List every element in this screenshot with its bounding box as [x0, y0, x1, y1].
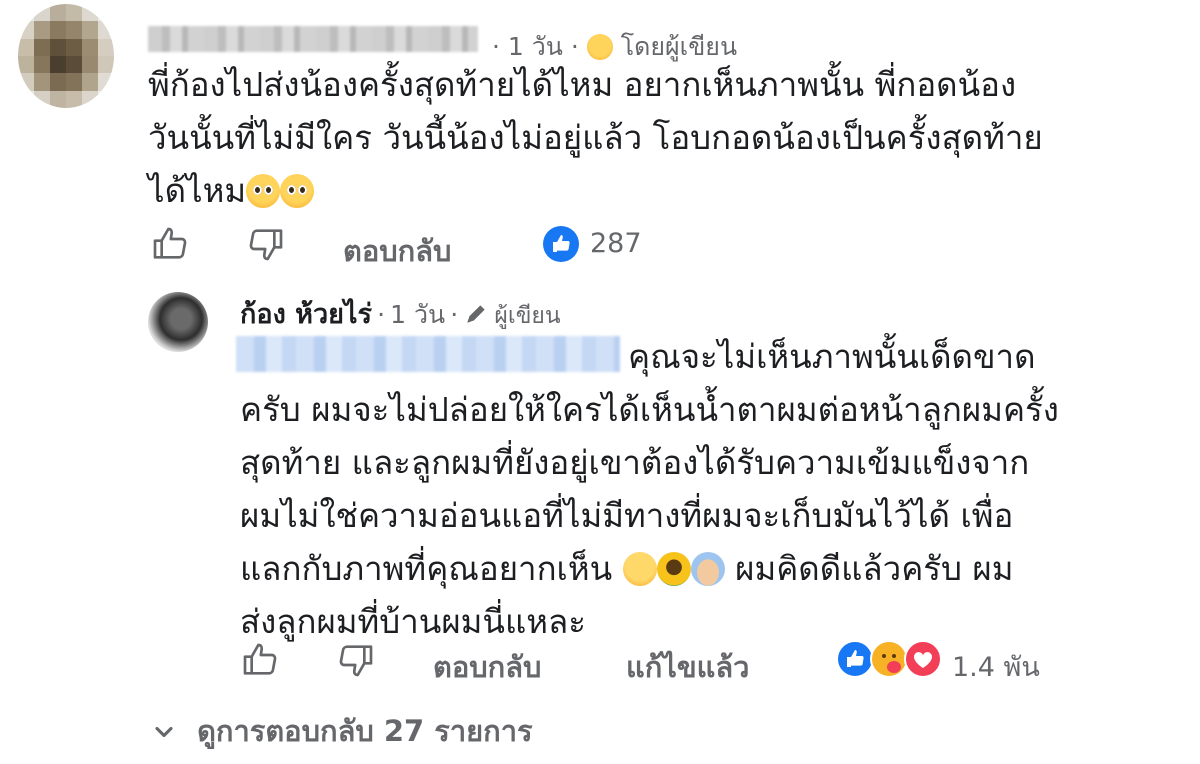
reply-text-segment: ผมคิดดีแล้วครับ ผม [735, 549, 1014, 588]
thumbs-up-outline-icon [243, 643, 277, 675]
reply-text-line: ครับ ผมจะไม่ปล่อยให้ใครได้เห็นน้ำตาผมต่อ… [240, 390, 1059, 429]
pen-icon [467, 305, 485, 323]
comment-text-line: พี่ก้องไปส่งน้องครั้งสุดท้ายได้ไหม อยากเ… [148, 65, 1017, 104]
reply-author-avatar[interactable] [148, 292, 208, 352]
folded-hands-emoji [690, 552, 725, 586]
reply-reply-button[interactable]: ตอบกลับ [433, 644, 541, 690]
view-replies-link[interactable]: ดูการตอบกลับ 27 รายการ [150, 708, 533, 754]
like-reaction-icon [836, 640, 874, 678]
heart-reaction-icon [904, 640, 942, 678]
thumbs-down-outline-icon [249, 229, 283, 261]
reply-text-line: คุณจะไม่เห็นภาพนั้นเด็ดขาด [628, 337, 1036, 376]
like-button[interactable] [150, 224, 190, 264]
reply-reaction-count: 1.4 พัน [952, 652, 1040, 683]
sunflower-emoji [656, 552, 691, 586]
comment-body: พี่ก้องไปส่งน้องครั้งสุดท้ายได้ไหม อยากเ… [148, 58, 1168, 217]
hug-emoji-icon [586, 34, 613, 60]
reply-dislike-button[interactable] [336, 640, 376, 680]
thumbs-up-outline-icon [153, 227, 187, 259]
like-count: 287 [590, 228, 642, 259]
reply-text-line-with-emoji: แลกกับภาพที่คุณอยากเห็น ผมคิดดีแล้วครับ … [240, 542, 1140, 595]
reply-separator-dot-2: · [450, 300, 459, 329]
chevron-down-icon [155, 726, 173, 738]
reply-reaction-summary[interactable] [836, 640, 946, 680]
comment-text-line: ได้ไหม [148, 171, 247, 210]
commenter-name-redacted[interactable] [148, 26, 478, 52]
comment-separator-dot: · [492, 32, 500, 61]
view-replies-label[interactable]: ดูการตอบกลับ 27 รายการ [197, 714, 532, 748]
reply-text-line: สุดท้าย และลูกผมที่ยังอยู่เขาต้องได้รับค… [240, 443, 1030, 482]
comment-text-line: วันนั้นที่ไม่มีใคร วันนี้น้องไม่อยู่แล้ว… [148, 118, 1043, 157]
like-reaction-icon [543, 226, 579, 262]
reply-time[interactable]: 1 วัน [390, 300, 445, 329]
reply-author-badge: ผู้เขียน [494, 303, 561, 329]
comment-text-line-with-emoji: ได้ไหม [148, 164, 1168, 217]
reply-separator-dot: · [377, 300, 386, 329]
reply-like-button[interactable] [240, 640, 280, 680]
reply-header: ก้อง ห้วยไร่ · 1 วัน · ผู้เขียน [240, 292, 561, 335]
comment-separator-dot-2: · [570, 32, 579, 61]
like-reaction-summary[interactable] [542, 225, 580, 267]
reply-author-name[interactable]: ก้อง ห้วยไร่ [240, 299, 372, 330]
pleading-face-emoji [280, 174, 315, 208]
dislike-button[interactable] [246, 224, 286, 264]
edited-label[interactable]: แก้ไขแล้ว [626, 644, 749, 690]
hug-reaction-icon [870, 640, 908, 678]
reply-text-line: ผมไม่ใช่ความอ่อนแอที่ไม่มีทางที่ผมจะเก็บ… [240, 496, 1014, 535]
commenter-avatar[interactable] [18, 4, 114, 108]
thumbs-down-outline-icon [339, 645, 373, 677]
reply-body: คุณจะไม่เห็นภาพนั้นเด็ดขาด ครับ ผมจะไม่ป… [240, 330, 1140, 648]
smiling-face-emoji [622, 552, 657, 586]
reply-text-segment: แลกกับภาพที่คุณอยากเห็น [240, 549, 613, 588]
comment-time[interactable]: 1 วัน [508, 32, 563, 61]
reply-button[interactable]: ตอบกลับ [343, 228, 451, 274]
comment-author-badge: โดยผู้เขียน [620, 32, 738, 61]
pleading-face-emoji [246, 174, 281, 208]
